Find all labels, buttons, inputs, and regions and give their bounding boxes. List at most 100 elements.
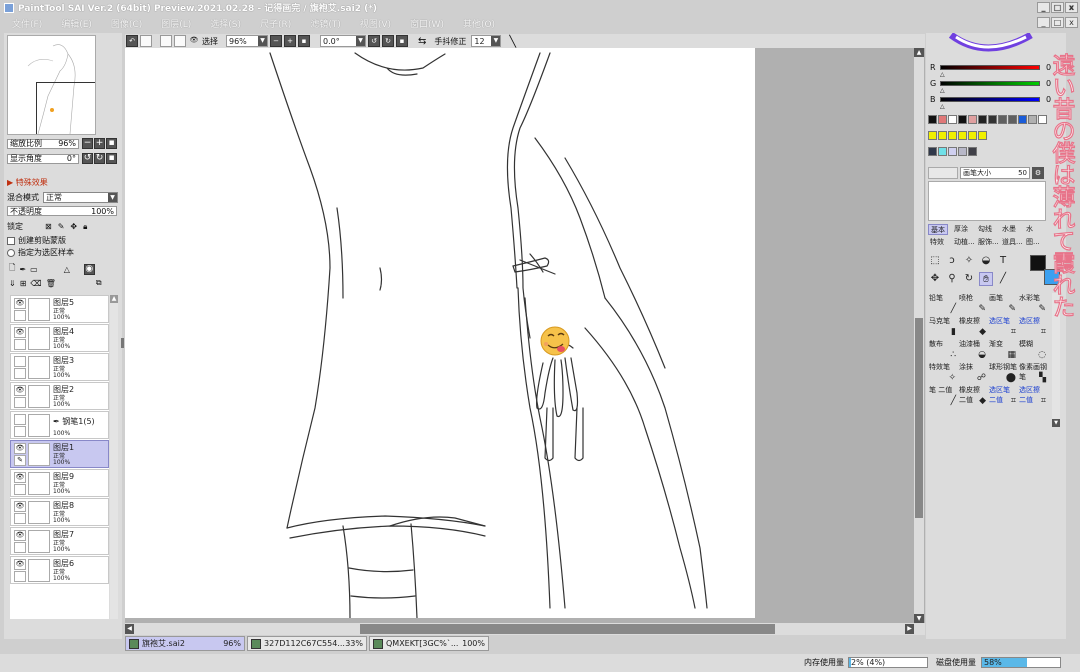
- magic-wand-icon[interactable]: ✧: [962, 254, 976, 268]
- brush-tool[interactable]: 画笔 ✎: [988, 293, 1018, 315]
- brush-tool[interactable]: 选区擦 二值 ⌗: [1018, 385, 1048, 407]
- layer-row[interactable]: 👁︎ 图层5 正常 100%: [10, 295, 109, 323]
- ruler-line-icon[interactable]: ╲: [509, 35, 516, 48]
- selection-sample-radio[interactable]: 指定为选区样本: [7, 247, 74, 258]
- brush-tool[interactable]: 橡皮擦 ◆: [958, 316, 988, 338]
- layer-row[interactable]: 👁︎ 图层9 正常 100%: [10, 469, 109, 497]
- eye-hidden-icon[interactable]: [14, 414, 26, 425]
- layer-menu-button[interactable]: ◉: [83, 263, 95, 275]
- color-swatch[interactable]: [928, 131, 937, 140]
- undo-button[interactable]: ↶: [126, 35, 138, 47]
- brush-size-slider[interactable]: 画笔大小 50: [960, 167, 1030, 179]
- scroll-left-icon[interactable]: ◀: [125, 624, 134, 634]
- zoom-icon[interactable]: ⚲: [945, 272, 959, 286]
- color-swatch[interactable]: [928, 115, 937, 124]
- eye-icon[interactable]: 👁︎: [14, 443, 26, 454]
- brush-category-tab[interactable]: 勾线: [976, 224, 994, 235]
- color-swatch[interactable]: [958, 131, 967, 140]
- layer-row[interactable]: 👁︎ 图层2 正常 100%: [10, 382, 109, 410]
- text-icon[interactable]: T: [996, 254, 1010, 268]
- eyedropper-icon[interactable]: ╱: [996, 272, 1010, 286]
- brush-category-tab[interactable]: 水墨: [1000, 224, 1018, 235]
- brush-tool[interactable]: 喷枪 ✎: [958, 293, 988, 315]
- delete-layer-icon[interactable]: 🗑︎: [46, 279, 56, 288]
- bucket-icon[interactable]: ◒: [979, 254, 993, 268]
- brush-tool[interactable]: 水彩笔 ✎: [1018, 293, 1048, 315]
- navigator-view-frame[interactable]: [36, 82, 95, 134]
- eye-icon[interactable]: 👁︎: [14, 472, 26, 483]
- lasso-icon[interactable]: ↄ: [945, 254, 959, 268]
- color-swatch[interactable]: [1008, 115, 1017, 124]
- brush-tool[interactable]: 笔 二值 ╱: [928, 385, 958, 407]
- new-folder-icon[interactable]: ▭: [30, 265, 38, 274]
- zoom-in-button[interactable]: +: [94, 138, 105, 149]
- lock-all-icon[interactable]: 🔒︎: [83, 222, 87, 232]
- toolbar-rotate-reset-button[interactable]: ▪: [396, 35, 408, 47]
- rotate-left-button[interactable]: ↺: [82, 153, 93, 164]
- layer-row-selected[interactable]: 👁︎ ✎ 图层1 正常 100%: [10, 440, 109, 468]
- tab-document[interactable]: 旗袍艾.sai2 96%: [125, 636, 245, 651]
- color-swatch[interactable]: [978, 115, 987, 124]
- brush-tool[interactable]: 散布 ∴: [928, 339, 958, 361]
- drawing-paper[interactable]: [125, 48, 755, 619]
- stabilizer-combo[interactable]: 12 ▼: [471, 35, 502, 47]
- move-icon[interactable]: ✥: [928, 272, 942, 286]
- color-swatch[interactable]: [988, 115, 997, 124]
- brush-category-tab[interactable]: 图...: [1024, 237, 1042, 248]
- color-swatch[interactable]: [938, 115, 947, 124]
- green-slider[interactable]: [940, 81, 1040, 86]
- eye-icon[interactable]: 👁︎: [14, 385, 26, 396]
- navigator-preview[interactable]: [7, 35, 96, 135]
- brush-tool[interactable]: 特效笔 ✧: [928, 362, 958, 384]
- horizontal-scroll-thumb[interactable]: [360, 624, 775, 634]
- brush-tool[interactable]: 球形钢笔 ⬤: [988, 362, 1018, 384]
- color-swatch[interactable]: [968, 115, 977, 124]
- color-swatch[interactable]: [928, 147, 937, 156]
- scroll-down-icon[interactable]: ▼: [1052, 419, 1060, 427]
- zoom-out-button[interactable]: −: [82, 138, 93, 149]
- eye-hidden-icon[interactable]: [14, 356, 26, 367]
- brush-category-tab[interactable]: 厚涂: [952, 224, 970, 235]
- new-layer-icon[interactable]: 🗋︎: [9, 262, 15, 276]
- brush-category-tab[interactable]: 水: [1024, 224, 1035, 235]
- toolbar-zoom-in-button[interactable]: +: [284, 35, 296, 47]
- color-swatch[interactable]: [1018, 115, 1027, 124]
- zoom-slider[interactable]: 缩放比例 96%: [7, 138, 79, 149]
- brush-options-icon[interactable]: ⚙: [1032, 167, 1044, 179]
- new-vector-layer-icon[interactable]: ✒︎: [19, 265, 26, 274]
- brush-tool[interactable]: 涂抹 ☍: [958, 362, 988, 384]
- angle-combo[interactable]: 0.0° ▼: [320, 35, 366, 47]
- color-swatch[interactable]: [998, 115, 1007, 124]
- layer-row[interactable]: 👁︎ 图层4 正常 100%: [10, 324, 109, 352]
- lock-transparency-icon[interactable]: ⊠: [45, 222, 52, 231]
- clipping-mask-checkbox[interactable]: 创建剪贴蒙版: [7, 235, 66, 246]
- eye-icon[interactable]: 👁︎: [14, 327, 26, 338]
- color-swatch[interactable]: [948, 147, 957, 156]
- brush-tool[interactable]: 选区擦 ⌗: [1018, 316, 1048, 338]
- menu-edit[interactable]: 编辑(E): [61, 17, 92, 30]
- lock-move-icon[interactable]: ✥: [70, 222, 77, 231]
- redo-button[interactable]: [140, 35, 152, 47]
- red-slider[interactable]: [940, 65, 1040, 70]
- close-button[interactable]: x: [1065, 2, 1078, 13]
- color-swatch[interactable]: [948, 131, 957, 140]
- effects-section[interactable]: ▶ 特殊效果: [7, 177, 48, 188]
- doc-close-button[interactable]: x: [1065, 17, 1078, 28]
- vertical-scroll-thumb[interactable]: [915, 318, 923, 518]
- brush-tool[interactable]: 选区笔 二值 ⌗: [988, 385, 1018, 407]
- toolbar-zoom-reset-button[interactable]: ▪: [298, 35, 310, 47]
- toolbar-rotate-right-button[interactable]: ↻: [382, 35, 394, 47]
- rotate-reset-button[interactable]: ▪: [106, 153, 117, 164]
- color-swatch[interactable]: [938, 147, 947, 156]
- menu-window[interactable]: 窗口(W): [410, 17, 444, 30]
- brush-category-tab[interactable]: 动植...: [952, 237, 977, 248]
- transfer-down-icon[interactable]: ⇓: [9, 279, 16, 288]
- panel-splitter[interactable]: [121, 338, 124, 348]
- scroll-up-icon[interactable]: ▲: [914, 48, 924, 57]
- selection-visibility-icon[interactable]: 👁︎: [188, 35, 200, 47]
- brush-category-tab[interactable]: 道具...: [1000, 237, 1025, 248]
- color-swatch[interactable]: [948, 115, 957, 124]
- scroll-right-icon[interactable]: ▶: [905, 624, 914, 634]
- merge-down-icon[interactable]: ⊞: [20, 279, 27, 288]
- hand-icon[interactable]: ✋︎: [979, 272, 993, 286]
